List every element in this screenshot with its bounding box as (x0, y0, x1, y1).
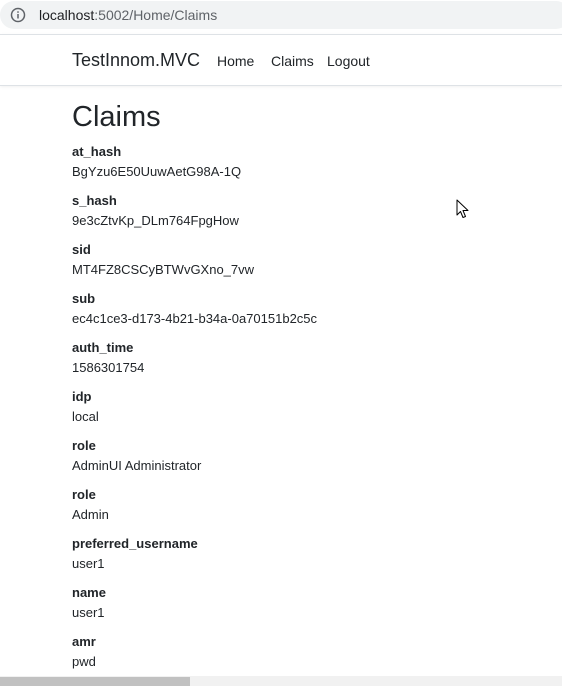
claim-type: s_hash (72, 193, 117, 208)
navbar: TestInnom.MVC Home Claims Logout (0, 34, 562, 86)
main-content: Claims at_hash BgYzu6E50UuwAetG98A-1Q s_… (72, 99, 542, 682)
navbar-brand[interactable]: TestInnom.MVC (72, 49, 200, 71)
claim-type: auth_time (72, 340, 134, 355)
claim-value: BgYzu6E50UuwAetG98A-1Q (72, 164, 242, 179)
claim-value: user1 (72, 556, 105, 571)
claim-item: amr pwd (72, 633, 542, 682)
claim-item: name user1 (72, 584, 542, 633)
claim-value: user1 (72, 605, 105, 620)
claim-type: idp (72, 389, 92, 404)
claim-type: at_hash (72, 144, 122, 159)
url-text[interactable]: localhost:5002/Home/Claims (39, 6, 217, 24)
claim-value: AdminUI Administrator (72, 458, 202, 473)
claim-value: local (72, 409, 99, 424)
claim-item: at_hash BgYzu6E50UuwAetG98A-1Q (72, 143, 542, 192)
claim-value: 1586301754 (72, 360, 145, 375)
claim-item: role Admin (72, 486, 542, 535)
mouse-pointer-icon (456, 199, 469, 218)
scrollbar-thumb[interactable] (0, 677, 190, 686)
claim-item: sub ec4c1ce3-d173-4b21-b34a-0a70151b2c5c (72, 290, 542, 339)
claim-type: amr (72, 634, 96, 649)
omnibox[interactable]: localhost:5002/Home/Claims (0, 1, 562, 29)
nav-link-logout[interactable]: Logout (327, 52, 370, 70)
claim-type: preferred_username (72, 536, 198, 551)
claim-type: role (72, 487, 96, 502)
claims-list: at_hash BgYzu6E50UuwAetG98A-1Q s_hash 9e… (72, 143, 542, 682)
claim-type: role (72, 438, 96, 453)
horizontal-scrollbar[interactable] (0, 676, 562, 686)
address-bar: localhost:5002/Home/Claims (0, 0, 562, 34)
claim-type: sub (72, 291, 96, 306)
claim-value: 9e3cZtvKp_DLm764FpgHow (72, 213, 239, 228)
url-host: localhost (39, 7, 95, 23)
browser-window: localhost:5002/Home/Claims TestInnom.MVC… (0, 0, 562, 686)
claim-type: sid (72, 242, 91, 257)
claim-item: idp local (72, 388, 542, 437)
claim-item: sid MT4FZ8CSCyBTWvGXno_7vw (72, 241, 542, 290)
nav-link-claims[interactable]: Claims (271, 52, 314, 70)
claim-value: Admin (72, 507, 109, 522)
claim-item: auth_time 1586301754 (72, 339, 542, 388)
claim-item: s_hash 9e3cZtvKp_DLm764FpgHow (72, 192, 542, 241)
claim-value: pwd (72, 654, 96, 669)
url-path: :5002/Home/Claims (94, 7, 218, 23)
claim-item: role AdminUI Administrator (72, 437, 542, 486)
nav-link-home[interactable]: Home (217, 52, 254, 70)
claim-value: ec4c1ce3-d173-4b21-b34a-0a70151b2c5c (72, 311, 318, 326)
claim-item: preferred_username user1 (72, 535, 542, 584)
claim-value: MT4FZ8CSCyBTWvGXno_7vw (72, 262, 255, 277)
info-circle-icon[interactable] (10, 7, 26, 23)
claim-type: name (72, 585, 106, 600)
page-title: Claims (72, 101, 161, 133)
